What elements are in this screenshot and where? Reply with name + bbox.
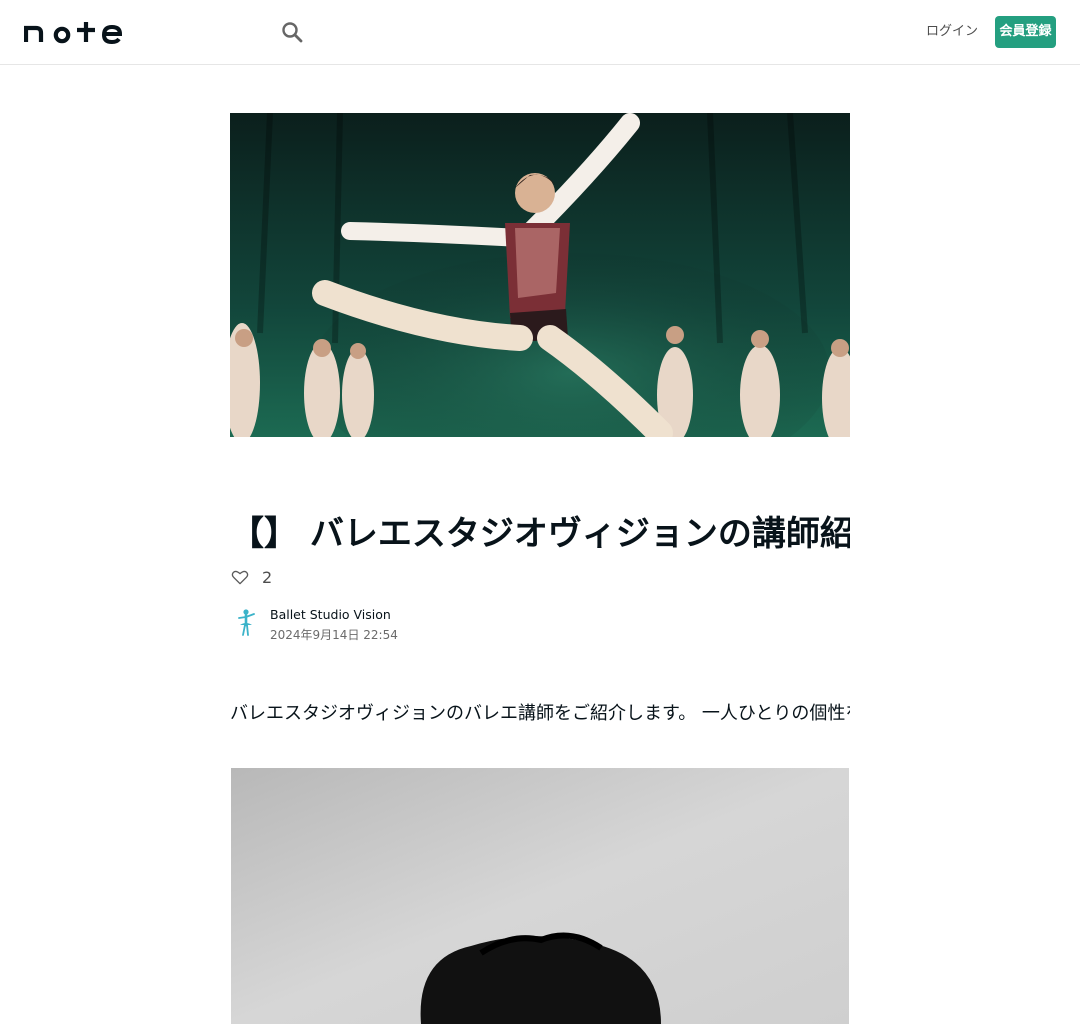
- hero-image: [230, 113, 850, 437]
- note-logo[interactable]: [24, 20, 124, 44]
- article-body-paragraph: バレエスタジオヴィジョンのバレエ講師をご紹介します。 一人ひとりの個性を大切にし…: [230, 703, 850, 724]
- signup-button[interactable]: 会員登録: [995, 16, 1056, 48]
- top-header: ログイン 会員登録: [0, 0, 1080, 65]
- login-link[interactable]: ログイン: [926, 21, 978, 43]
- heart-icon[interactable]: [230, 567, 250, 587]
- like-row: 2: [230, 566, 272, 588]
- author-avatar[interactable]: [230, 606, 262, 638]
- article-title: 【】 バレエスタジオヴィジョンの講師紹介について: [230, 514, 850, 554]
- search-icon[interactable]: [278, 18, 306, 46]
- like-count: 2: [262, 567, 273, 587]
- author-name[interactable]: Ballet Studio Vision: [270, 607, 391, 622]
- portrait-image: [231, 768, 849, 1024]
- post-date: 2024年9月14日 22:54: [270, 628, 398, 642]
